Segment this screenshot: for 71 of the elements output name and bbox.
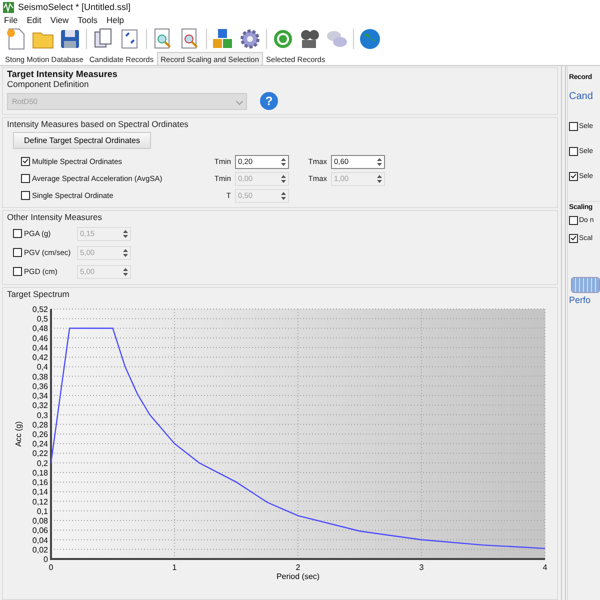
axis-tick-label: 2 — [296, 563, 300, 572]
axis-tick-label: 0,48 — [32, 324, 48, 334]
spin-arrows-icon[interactable] — [281, 158, 286, 166]
axis-tick-label: 0,52 — [32, 305, 48, 314]
checkbox[interactable] — [569, 216, 578, 224]
spin-arrows-icon[interactable] — [123, 268, 128, 276]
checkbox[interactable] — [13, 267, 22, 276]
checkbox[interactable] — [21, 174, 30, 183]
axis-tick-label: 0,44 — [32, 343, 48, 352]
menu-item[interactable]: File — [4, 15, 18, 25]
axis-tick-label: 0,12 — [32, 497, 48, 506]
axis-tick-label: 0,26 — [32, 430, 48, 439]
axis-tick-label: 0,36 — [32, 382, 48, 391]
axis-tick-label: 0,38 — [32, 372, 48, 382]
define-ordinates-button[interactable]: Define Target Spectral Ordinates — [13, 132, 151, 149]
axis-tick-label: 0,2 — [36, 458, 48, 468]
axis-tick-label: 0,32 — [32, 401, 48, 410]
checkbox[interactable] — [13, 248, 22, 257]
section-title: Intensity Measures based on Spectral Ordinates — [7, 119, 190, 131]
splitter-handle[interactable] — [561, 66, 566, 600]
axis-tick-label: 0,16 — [32, 478, 48, 488]
checkbox[interactable] — [21, 157, 30, 166]
axis-tick-label: 0,22 — [32, 449, 48, 458]
menu-item[interactable]: View — [50, 15, 69, 25]
axis-tick-label: 0,28 — [32, 420, 48, 430]
axis-tick-label: 0,1 — [36, 506, 48, 516]
save-icon[interactable] — [58, 27, 82, 51]
checkbox[interactable] — [13, 229, 22, 238]
axis-tick-label: 0,24 — [32, 440, 48, 449]
axis-tick-label: 4 — [542, 563, 548, 572]
window-title: SeismoSelect * [Untitled.ssl] — [18, 2, 131, 12]
gear-icon[interactable] — [238, 27, 262, 51]
checkbox[interactable] — [569, 172, 578, 181]
axis-tick-label: 0,04 — [32, 536, 48, 545]
axis-tick-label: 0,34 — [32, 392, 48, 401]
axis-tick-label: 1 — [172, 563, 177, 572]
film-reel-icon[interactable] — [298, 27, 322, 51]
cubes-icon[interactable] — [211, 27, 235, 51]
field-label: Component Definition — [7, 79, 90, 91]
axis-tick-label: 0 — [48, 563, 54, 572]
checkbox[interactable] — [569, 234, 578, 242]
axis-tick-label: 0,18 — [32, 468, 48, 478]
section-title: Target Intensity Measures — [7, 69, 118, 79]
axis-tick-label: 3 — [419, 563, 424, 572]
axis-title: Acc (g) — [14, 421, 23, 447]
axis-tick-label: 0,06 — [32, 526, 48, 536]
panel-link[interactable]: Cand — [569, 91, 600, 102]
menu-item[interactable]: Help — [106, 15, 124, 25]
panel-link[interactable]: Perfo — [569, 295, 600, 305]
axis-tick-label: 0 — [44, 555, 48, 564]
axis-tick-label: 0,4 — [36, 362, 48, 372]
help-icon[interactable]: ? — [259, 91, 279, 111]
spin-arrows-icon[interactable] — [123, 248, 128, 256]
axis-tick-label: 0,42 — [32, 353, 48, 362]
menu-item[interactable]: Edit — [26, 15, 42, 25]
axis-title: Period (sec) — [276, 572, 320, 581]
axis-tick-label: 0,02 — [32, 545, 48, 554]
axis-tick-label: 0,08 — [32, 516, 48, 526]
axis-tick-label: 0,3 — [36, 410, 48, 420]
section-title: Other Intensity Measures — [7, 212, 103, 224]
spin-arrows-icon[interactable] — [377, 158, 382, 166]
axis-tick-label: 0,46 — [32, 334, 48, 343]
section-title: Target Spectrum — [7, 289, 70, 301]
checkbox[interactable] — [569, 147, 578, 156]
menu-item[interactable]: Tools — [78, 15, 98, 25]
axis-tick-label: 0,5 — [36, 314, 48, 324]
spin-arrows-icon[interactable] — [123, 230, 128, 238]
globe-icon[interactable] — [358, 27, 382, 51]
checkbox[interactable] — [569, 122, 578, 131]
axis-tick-label: 0,14 — [32, 488, 48, 497]
checkbox[interactable] — [21, 191, 30, 200]
